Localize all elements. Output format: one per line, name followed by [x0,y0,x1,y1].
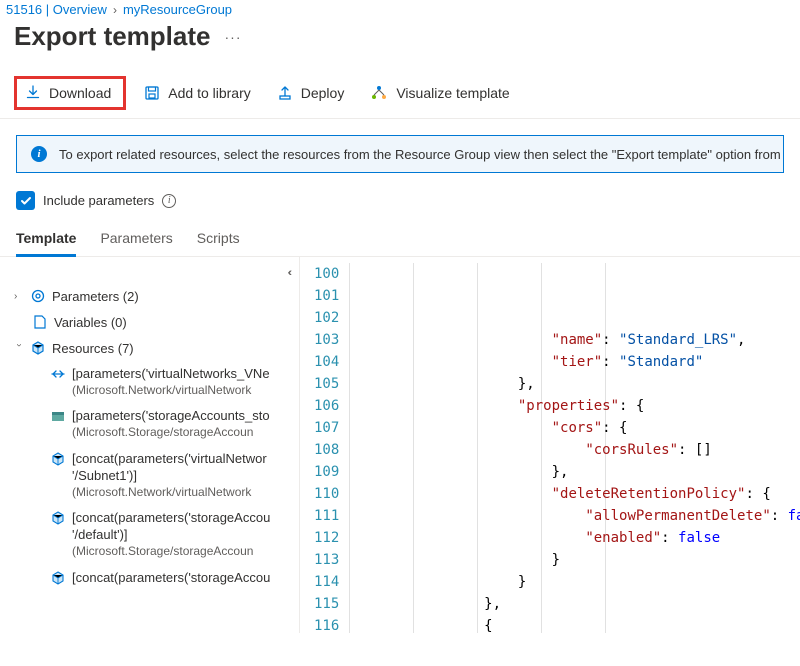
breadcrumb: 51516 | Overview › myResourceGroup [0,0,800,17]
tree-item-sub: (Microsoft.Network/virtualNetwork [72,383,270,399]
tabs: Template Parameters Scripts [0,224,800,257]
cube-icon [50,570,66,589]
deploy-button[interactable]: Deploy [269,79,353,107]
info-banner: i To export related resources, select th… [16,135,784,173]
code-line: }, [349,593,800,615]
code-line: } [349,571,800,593]
code-line: "tier": "Standard" [349,351,800,373]
visualize-label: Visualize template [396,85,509,101]
code-line: } [349,549,800,571]
cube-icon [50,451,66,470]
code-content: "name": "Standard_LRS", "tier": "Standar… [349,263,800,633]
tab-parameters[interactable]: Parameters [100,224,172,256]
vnet-icon [50,366,66,385]
download-label: Download [49,85,111,101]
code-line: "deleteRetentionPolicy": { [349,483,800,505]
tree-resource-item[interactable]: [parameters('virtualNetworks_VNe(Microso… [0,361,299,403]
tree-item-sub: (Microsoft.Storage/storageAccoun [72,544,270,560]
tree-node-parameters[interactable]: › Parameters (2) [0,283,299,309]
tree-item-sub: (Microsoft.Storage/storageAccoun [72,425,270,441]
code-line: "properties": { [349,395,800,417]
download-icon [25,85,41,101]
visualize-icon [370,85,388,101]
file-icon [32,314,48,330]
code-line: "allowPermanentDelete": false, [349,505,800,527]
code-line: "cors": { [349,417,800,439]
tab-scripts[interactable]: Scripts [197,224,240,256]
info-icon: i [31,146,47,162]
tree-item-label: [concat(parameters('storageAccou [72,570,270,587]
save-icon [144,85,160,101]
page-title: Export template [14,21,211,52]
add-to-library-label: Add to library [168,85,250,101]
breadcrumb-item[interactable]: 51516 | Overview [6,2,107,17]
line-number-gutter: 1001011021031041051061071081091101111121… [300,263,349,633]
tree-node-resources[interactable]: › Resources (7) [0,335,299,361]
info-text: To export related resources, select the … [59,147,784,162]
chevron-down-icon: › [14,343,25,353]
download-button[interactable]: Download [14,76,126,110]
tree-item-sub: '/default')] [72,527,270,544]
code-line: "name": "Standard_LRS", [349,329,800,351]
collapse-panel-icon[interactable]: ‹‹ [288,267,289,279]
tree-resource-item[interactable]: [concat(parameters('storageAccou'/defaul… [0,505,299,564]
storage-icon [50,408,66,427]
tree-label: Parameters (2) [52,289,139,304]
add-to-library-button[interactable]: Add to library [136,79,258,107]
help-icon[interactable]: i [162,194,176,208]
tab-template[interactable]: Template [16,224,76,257]
tree-item-sub: (Microsoft.Network/virtualNetwork [72,485,267,501]
code-line: { [349,615,800,633]
code-line: }, [349,461,800,483]
tree-label: Resources (7) [52,341,134,356]
code-line: "corsRules": [] [349,439,800,461]
resource-tree-panel: ‹‹ › Parameters (2) Variables (0) › Reso… [0,257,300,633]
chevron-right-icon: › [14,291,24,302]
chevron-right-icon: › [113,3,117,17]
tree-item-label: [parameters('virtualNetworks_VNe [72,366,270,383]
check-icon [20,195,32,207]
include-parameters-label: Include parameters [43,193,154,208]
code-line: }, [349,373,800,395]
tree-item-label: [concat(parameters('virtualNetwor [72,451,267,468]
tree-item-label: [parameters('storageAccounts_sto [72,408,270,425]
tree-node-variables[interactable]: Variables (0) [0,309,299,335]
gear-icon [30,288,46,304]
tree-resource-item[interactable]: [concat(parameters('storageAccou [0,565,299,594]
visualize-button[interactable]: Visualize template [362,79,517,107]
code-editor[interactable]: 1001011021031041051061071081091101111121… [300,257,800,633]
tree-item-sub: '/Subnet1')] [72,468,267,485]
more-button[interactable]: ··· [225,29,242,45]
cube-icon [30,340,46,356]
deploy-label: Deploy [301,85,345,101]
code-line: "enabled": false [349,527,800,549]
toolbar: Download Add to library Deploy Visualize… [0,70,800,119]
tree-resource-item[interactable]: [concat(parameters('virtualNetwor'/Subne… [0,446,299,505]
breadcrumb-item[interactable]: myResourceGroup [123,2,232,17]
cube-icon [50,510,66,529]
tree-label: Variables (0) [54,315,127,330]
deploy-icon [277,85,293,101]
tree-item-label: [concat(parameters('storageAccou [72,510,270,527]
include-parameters-checkbox[interactable] [16,191,35,210]
tree-resource-item[interactable]: [parameters('storageAccounts_sto(Microso… [0,403,299,445]
